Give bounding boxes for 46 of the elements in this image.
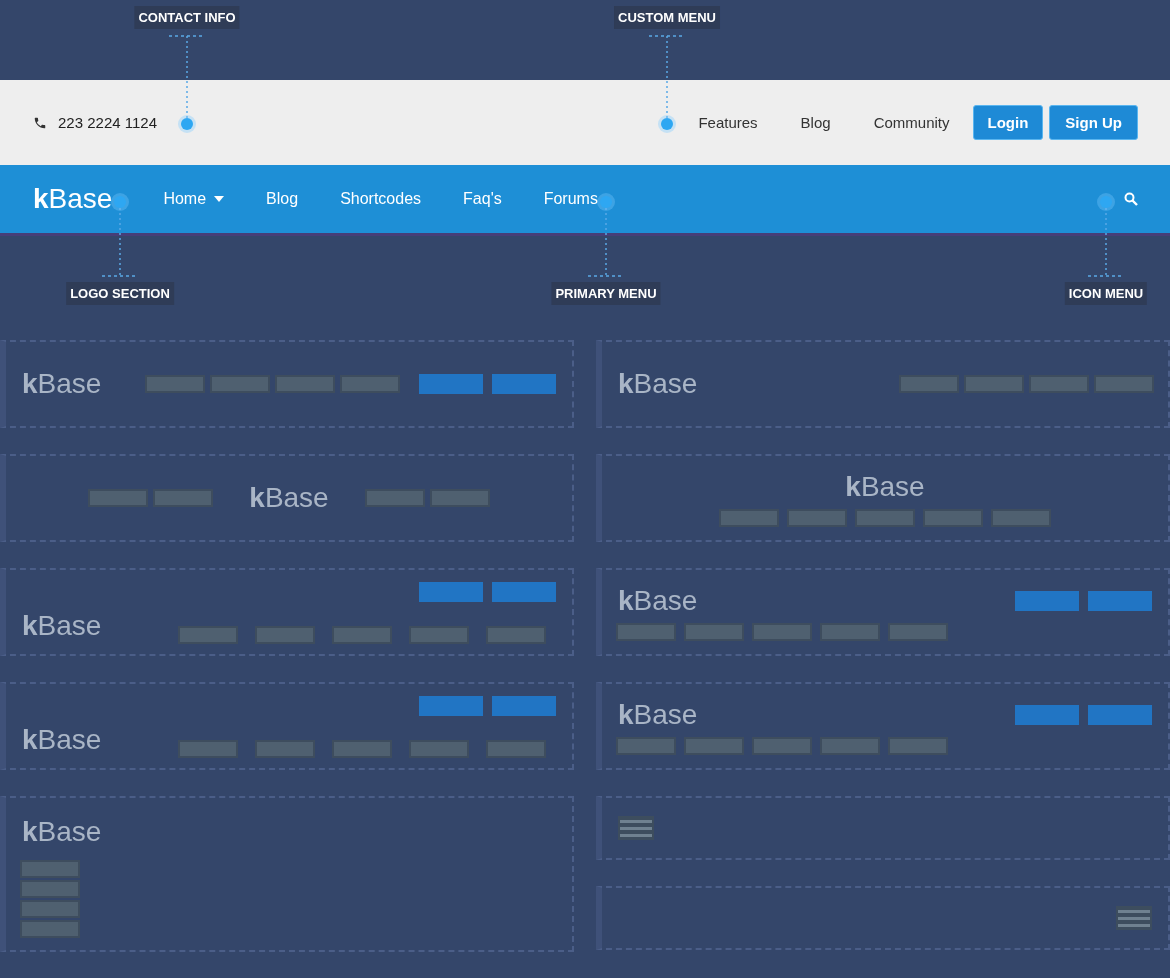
nav-link[interactable]: Faq's	[463, 190, 502, 208]
button-placeholder	[492, 696, 556, 716]
logo-text: kBase	[845, 471, 925, 503]
button-placeholder	[492, 374, 556, 394]
logo-text: kBase	[249, 482, 329, 514]
button-placeholder	[492, 582, 556, 602]
login-button[interactable]: Login	[972, 105, 1044, 140]
button-placeholder	[1088, 591, 1152, 611]
button-placeholder	[1015, 591, 1079, 611]
annotation-label: PRIMARY MENU	[551, 282, 661, 305]
menu-placeholder	[366, 491, 423, 505]
nav-link[interactable]: Blog	[266, 190, 299, 208]
logo-text: kBase	[22, 610, 102, 642]
button-placeholder	[419, 374, 483, 394]
menu-link[interactable]: Community	[873, 114, 950, 131]
button-placeholder	[1015, 705, 1079, 725]
button-placeholder	[1088, 705, 1152, 725]
menu-link[interactable]: Features	[698, 114, 758, 131]
annotation-label: ICON MENU	[1064, 282, 1148, 305]
logo-text: kBase	[618, 699, 698, 731]
menu-placeholder	[431, 491, 488, 505]
nav-link[interactable]: Home	[163, 190, 225, 208]
leader-line	[102, 208, 138, 278]
button-placeholder	[419, 696, 483, 716]
logo-text: kBase	[618, 368, 698, 400]
nav-link[interactable]: Shortcodes	[340, 190, 422, 208]
menu-link[interactable]: Blog	[800, 114, 831, 131]
phone-icon	[33, 115, 47, 130]
logo-text: kBase	[22, 368, 102, 400]
logo-text: kBase	[22, 724, 102, 756]
caret-icon	[214, 196, 225, 202]
nav-link[interactable]: Forums	[543, 190, 598, 208]
annotation-label: CUSTOM MENU	[614, 6, 720, 29]
annotation-label: CONTACT INFO	[134, 6, 240, 29]
leader-line	[588, 208, 624, 278]
signup-button[interactable]: Sign Up	[1049, 105, 1138, 140]
logo-text: kBase	[618, 585, 698, 617]
phone-number: 223 2224 1124	[58, 114, 157, 131]
search-icon[interactable]	[1124, 192, 1138, 206]
logo-text: kBase	[33, 183, 113, 215]
menu-placeholder	[90, 491, 147, 505]
button-placeholder	[419, 582, 483, 602]
annotation-label: LOGO SECTION	[66, 282, 174, 305]
menu-placeholder	[155, 491, 212, 505]
logo-text: kBase	[22, 816, 102, 848]
leader-line	[1088, 208, 1124, 278]
